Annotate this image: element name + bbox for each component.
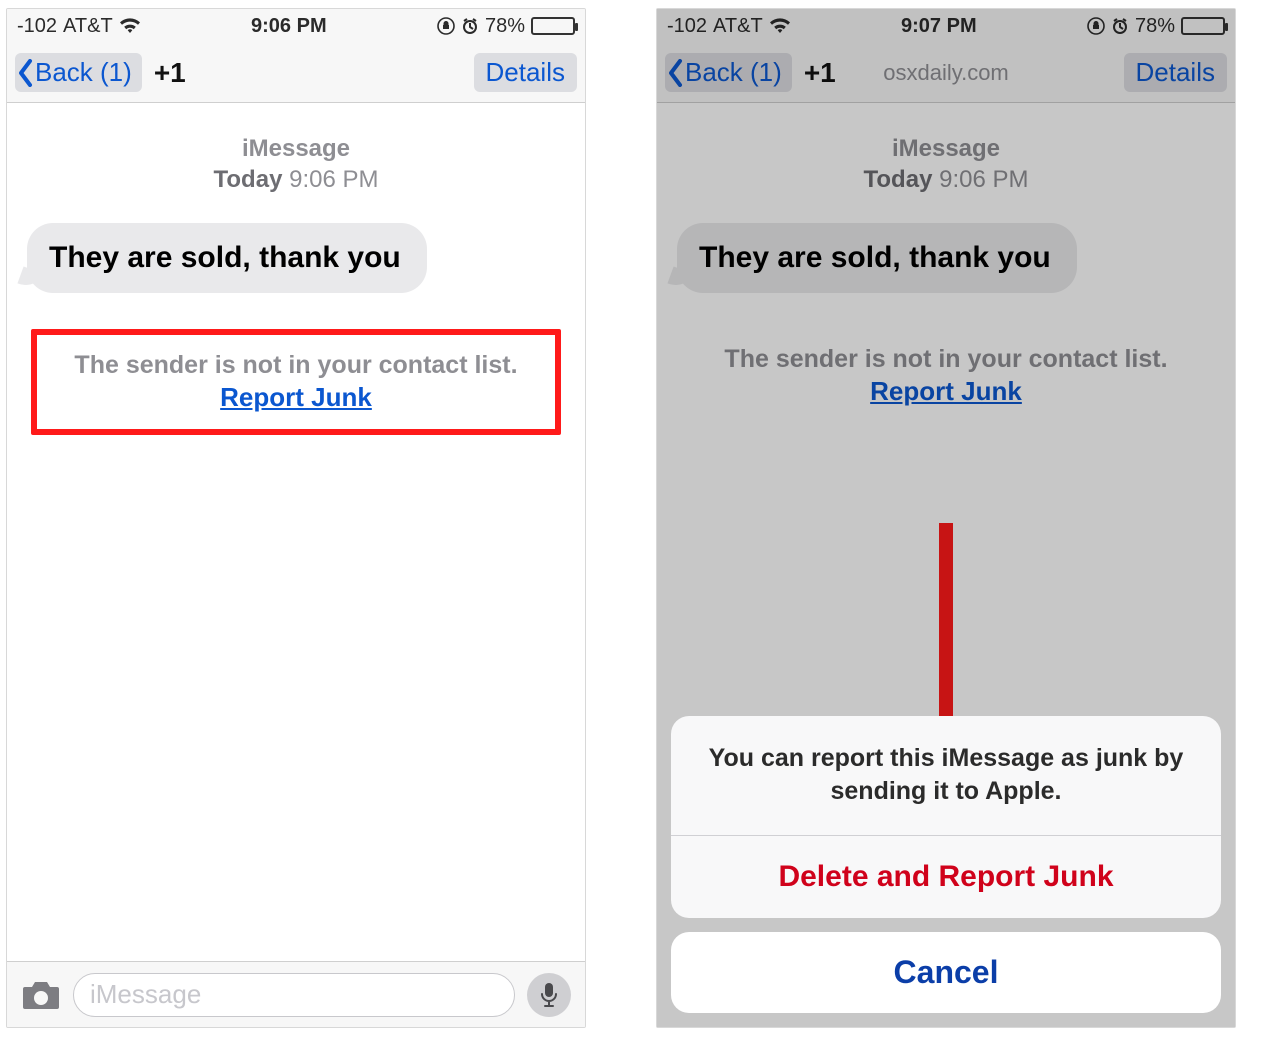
wifi-icon: [119, 18, 141, 34]
action-sheet-backdrop[interactable]: You can report this iMessage as junk by …: [657, 9, 1235, 1027]
camera-icon[interactable]: [21, 979, 61, 1011]
back-button[interactable]: Back (1): [15, 53, 142, 92]
action-sheet-message: You can report this iMessage as junk by …: [671, 716, 1221, 837]
unknown-sender-notice: The sender is not in your contact list. …: [31, 329, 561, 435]
details-button[interactable]: Details: [474, 53, 577, 92]
report-junk-link[interactable]: Report Junk: [47, 382, 545, 413]
thread-header: iMessage Today 9:06 PM: [27, 133, 565, 195]
back-label: Back (1): [35, 57, 132, 88]
action-sheet: You can report this iMessage as junk by …: [671, 716, 1221, 1014]
thread-time: 9:06 PM: [289, 166, 378, 193]
orientation-lock-icon: [437, 17, 455, 35]
alarm-icon: [461, 17, 479, 35]
incoming-message-bubble[interactable]: They are sold, thank you: [27, 223, 427, 293]
thread-day: Today: [214, 166, 283, 193]
conversation-title: +1: [154, 57, 186, 89]
chevron-left-icon: [17, 59, 35, 87]
carrier-label: AT&T: [63, 15, 113, 38]
delete-and-report-junk-button[interactable]: Delete and Report Junk: [671, 836, 1221, 918]
battery-icon: [531, 17, 575, 35]
chat-area[interactable]: iMessage Today 9:06 PM They are sold, th…: [7, 103, 585, 961]
service-label: iMessage: [27, 133, 565, 164]
status-bar: -102 AT&T 9:06 PM 78%: [7, 9, 585, 43]
battery-pct: 78%: [485, 15, 525, 38]
phone-left: -102 AT&T 9:06 PM 78%: [6, 8, 586, 1028]
notice-text: The sender is not in your contact list.: [47, 351, 545, 380]
signal-strength: -102: [17, 15, 57, 38]
message-input[interactable]: iMessage: [73, 973, 515, 1017]
clock: 9:06 PM: [251, 15, 327, 38]
message-input-bar: iMessage: [7, 961, 585, 1027]
message-placeholder: iMessage: [90, 979, 201, 1010]
nav-bar: Back (1) +1 Details: [7, 43, 585, 103]
details-label: Details: [486, 57, 565, 87]
microphone-button[interactable]: [527, 973, 571, 1017]
phone-right: -102 AT&T 9:07 PM 78%: [656, 8, 1236, 1028]
cancel-button[interactable]: Cancel: [671, 932, 1221, 1013]
microphone-icon: [540, 982, 558, 1008]
